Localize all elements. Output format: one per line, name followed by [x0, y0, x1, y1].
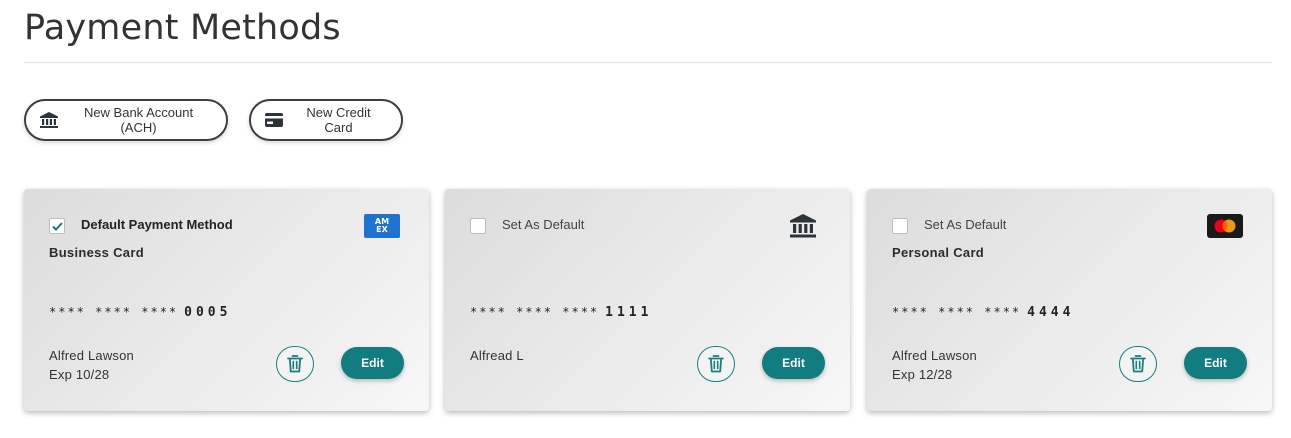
card-nickname: Business Card — [49, 245, 144, 260]
bank-icon — [785, 214, 821, 238]
card-holder: Alfred Lawson — [49, 348, 134, 363]
amex-logo-icon: AM EX — [364, 214, 400, 238]
trash-icon — [1130, 355, 1146, 373]
credit-card-icon — [265, 111, 283, 129]
default-checkbox[interactable] — [49, 218, 65, 234]
page-title: Payment Methods — [24, 8, 341, 48]
default-label: Set As Default — [924, 217, 1007, 232]
title-divider — [24, 62, 1272, 63]
account-holder: Alfread L — [470, 348, 524, 363]
check-icon — [51, 221, 63, 231]
trash-icon — [287, 355, 303, 373]
new-bank-account-button[interactable]: New Bank Account (ACH) — [24, 99, 228, 141]
delete-button[interactable] — [1119, 346, 1157, 382]
delete-button[interactable] — [697, 346, 735, 382]
default-label: Default Payment Method — [81, 217, 233, 232]
card-nickname: Personal Card — [892, 245, 985, 260]
delete-button[interactable] — [276, 346, 314, 382]
card-holder: Alfred Lawson — [892, 348, 977, 363]
bank-icon — [40, 111, 58, 129]
payment-card-bank: Set As Default **** **** **** 1111 Alfrea… — [445, 189, 850, 411]
new-credit-card-label: New Credit Card — [306, 105, 371, 135]
card-expiry: Exp 12/28 — [892, 367, 953, 382]
card-number: **** **** **** 4444 — [892, 305, 1075, 320]
account-number: **** **** **** 1111 — [470, 305, 653, 320]
mastercard-logo-icon — [1207, 214, 1243, 238]
default-label: Set As Default — [502, 217, 585, 232]
new-credit-card-button[interactable]: New Credit Card — [249, 99, 403, 141]
default-checkbox[interactable] — [892, 218, 908, 234]
card-number: **** **** **** 0005 — [49, 305, 232, 320]
trash-icon — [708, 355, 724, 373]
edit-button[interactable]: Edit — [1184, 347, 1247, 379]
card-expiry: Exp 10/28 — [49, 367, 110, 382]
edit-button[interactable]: Edit — [762, 347, 825, 379]
default-checkbox[interactable] — [470, 218, 486, 234]
edit-button[interactable]: Edit — [341, 347, 404, 379]
new-bank-account-label: New Bank Account (ACH) — [83, 105, 194, 135]
payment-card-business: Default Payment Method AM EX Business Car… — [24, 189, 429, 411]
payment-card-personal: Set As Default Personal Card **** **** *… — [867, 189, 1272, 411]
